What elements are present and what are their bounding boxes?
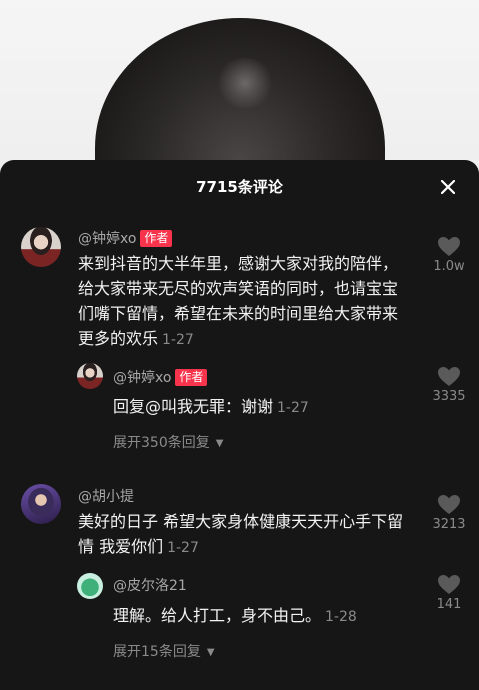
like-button[interactable]: 1.0w <box>427 236 471 274</box>
comments-sheet: 7715条评论 @钟婷xo 作者 来到抖音的大半年里，感谢大家对我的陪伴，给大家带… <box>0 160 479 690</box>
avatar[interactable] <box>77 363 103 389</box>
comment-author[interactable]: @钟婷xo 作者 <box>78 228 173 248</box>
like-count: 3335 <box>432 389 466 404</box>
video-background <box>0 0 479 180</box>
like-button[interactable]: 3335 <box>427 366 471 404</box>
like-count: 1.0w <box>433 259 465 274</box>
reply-text[interactable]: 理解。给人打工，身不由己。 1-28 <box>113 603 413 630</box>
comment-text[interactable]: 来到抖音的大半年里，感谢大家对我的陪伴，给大家带来无尽的欢声笑语的同时，也请宝宝… <box>78 251 413 353</box>
author-tag-badge: 作者 <box>175 369 208 386</box>
reply-author[interactable]: @钟婷xo 作者 <box>113 367 208 387</box>
reply-text[interactable]: 回复@叫我无罪：谢谢 1-27 <box>113 394 413 421</box>
like-button[interactable]: 3213 <box>427 494 471 532</box>
close-button[interactable] <box>435 174 461 200</box>
like-count: 3213 <box>432 517 466 532</box>
author-name[interactable]: @钟婷xo <box>113 370 171 386</box>
reply-author[interactable]: @皮尔洛21 <box>113 575 187 595</box>
avatar[interactable] <box>21 227 61 267</box>
caret-down-icon: ▼ <box>215 438 224 449</box>
caret-down-icon: ▼ <box>206 647 215 658</box>
comment-text[interactable]: 美好的日子 希望大家身体健康天天开心手下留情 我爱你们 1-27 <box>78 509 413 561</box>
heart-icon <box>438 237 460 256</box>
expand-replies-button[interactable]: 展开15条回复 ▼ <box>113 641 215 661</box>
expand-replies-button[interactable]: 展开350条回复 ▼ <box>113 432 223 452</box>
avatar[interactable] <box>77 573 103 599</box>
author-tag-badge: 作者 <box>140 230 173 247</box>
author-name[interactable]: @皮尔洛21 <box>113 578 187 594</box>
close-icon <box>441 180 455 194</box>
heart-icon <box>438 367 460 386</box>
avatar[interactable] <box>21 484 61 524</box>
like-button[interactable]: 141 <box>427 574 471 612</box>
heart-icon <box>438 575 460 594</box>
author-name[interactable]: @胡小提 <box>78 489 134 505</box>
reply-time: 1-28 <box>325 609 357 625</box>
comment-count-title: 7715条评论 <box>196 178 283 196</box>
heart-icon <box>438 495 460 514</box>
sheet-header: 7715条评论 <box>0 160 479 212</box>
reply-time: 1-27 <box>277 400 309 416</box>
author-name[interactable]: @钟婷xo <box>78 231 136 247</box>
like-count: 141 <box>436 597 462 612</box>
person-head-image <box>95 18 385 180</box>
comment-time: 1-27 <box>162 332 194 348</box>
comment-author[interactable]: @胡小提 <box>78 486 134 506</box>
comment-time: 1-27 <box>167 540 199 556</box>
